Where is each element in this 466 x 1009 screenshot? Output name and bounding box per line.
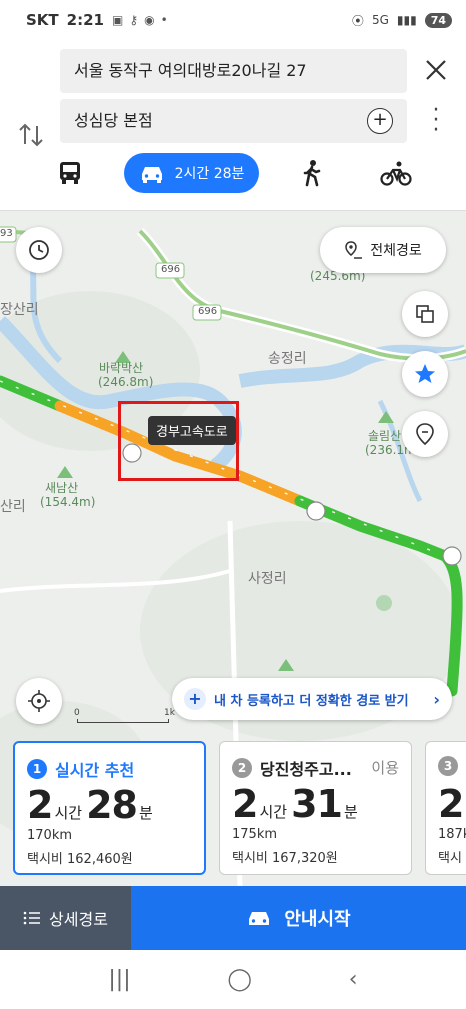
- route-title: 당진청주고...: [260, 760, 352, 779]
- bus-icon: [60, 162, 80, 184]
- start-navigation-button[interactable]: 안내시작: [131, 886, 466, 950]
- route-tag: 이용: [371, 759, 399, 777]
- route-distance: 175km: [232, 827, 278, 842]
- route-minutes: 28: [86, 783, 138, 827]
- dot-icon: •: [160, 13, 168, 27]
- route-card-1[interactable]: 1 실시간 추천 2 시간 28 분 170km 택시비 162,460원: [13, 741, 206, 875]
- layers-button[interactable]: [402, 291, 448, 337]
- image-icon: ▣: [111, 13, 124, 27]
- route-card-3[interactable]: 3 2 187k 택시: [425, 741, 466, 875]
- car-duration: 2시간 28분: [174, 166, 245, 182]
- village-label: 장산리: [0, 302, 39, 318]
- layers-icon: [416, 305, 434, 323]
- village-label: 산리: [0, 499, 26, 515]
- route-hours: 2: [438, 782, 464, 826]
- key-icon: ⚷: [129, 13, 139, 27]
- route-duration: 2: [438, 782, 464, 826]
- scale-start: 0: [74, 708, 80, 718]
- mountain-height: (246.8m): [98, 375, 154, 389]
- route-distance: 187k: [438, 827, 466, 842]
- home-icon[interactable]: ◯: [227, 967, 252, 992]
- route-title: 실시간 추천: [55, 761, 135, 780]
- route-fare: 택시: [438, 851, 462, 866]
- route-minutes-unit: 분: [343, 803, 358, 821]
- mountain-height: (154.4m): [40, 495, 96, 509]
- talk-icon: ◉: [144, 13, 155, 27]
- road-badge-696b: 696: [198, 306, 218, 317]
- system-nav-bar: ||| ◯ ‹: [0, 950, 466, 1009]
- recent-apps-icon[interactable]: |||: [108, 967, 130, 992]
- destination-field[interactable]: 성심당 본점 +: [60, 99, 407, 143]
- scale-end: 1k: [164, 708, 175, 718]
- swap-icon[interactable]: [16, 120, 46, 150]
- more-options-icon[interactable]: · · ·: [426, 100, 446, 142]
- favorite-button[interactable]: [402, 351, 448, 397]
- route-hours: 2: [232, 782, 258, 826]
- route-minutes-unit: 분: [138, 804, 153, 822]
- signal-icon: ▮▮▮: [396, 13, 417, 27]
- mode-car-button[interactable]: 2시간 28분: [124, 153, 259, 193]
- walk-icon: [303, 160, 321, 187]
- route-hours-unit: 시간: [259, 803, 288, 821]
- carrier-label: SKT: [26, 11, 59, 29]
- close-icon[interactable]: [420, 54, 452, 86]
- mountain-label: 바락박산: [99, 361, 144, 375]
- route-duration: 2 시간 31 분: [232, 782, 362, 826]
- chevron-right-icon: ›: [433, 689, 440, 709]
- mode-bike-button[interactable]: [380, 153, 412, 193]
- full-route-label: 전체경로: [370, 243, 422, 259]
- battery-icon: 74: [424, 12, 452, 28]
- route-fare: 택시비 162,460원: [27, 852, 133, 867]
- map-pin-icon: [416, 423, 434, 446]
- route-hours: 2: [27, 783, 53, 827]
- highlight-box: [118, 401, 239, 481]
- route-fare: 택시비 167,320원: [232, 851, 338, 866]
- village-label: 사정리: [248, 571, 287, 587]
- star-icon: [415, 364, 435, 383]
- mountain-label: 솔림산: [368, 429, 402, 443]
- status-bar: SKT 2:21 ▣ ⚷ ◉ • ⦿ 5G ▮▮▮ 74: [0, 0, 466, 40]
- scale-bar: [77, 719, 169, 723]
- route-hours-unit: 시간: [54, 804, 83, 822]
- location-pin-button[interactable]: [402, 411, 448, 457]
- register-car-text: 내 차 등록하고 더 정확한 경로 받기: [214, 693, 409, 709]
- detail-route-button[interactable]: 상세경로: [0, 886, 131, 950]
- route-distance: 170km: [27, 828, 73, 843]
- start-navigation-label: 안내시작: [284, 909, 351, 930]
- mode-bus-button[interactable]: [52, 153, 88, 193]
- back-icon[interactable]: ‹: [349, 967, 358, 992]
- full-route-button[interactable]: 전체경로: [320, 227, 446, 273]
- route-card-2[interactable]: 2 당진청주고... 이용 2 시간 31 분 175km 택시비 167,320원: [219, 741, 412, 875]
- notification-icons: ▣ ⚷ ◉ •: [112, 13, 168, 27]
- my-location-button[interactable]: [16, 678, 62, 724]
- village-label: 송정리: [268, 351, 307, 367]
- mode-walk-button[interactable]: [298, 153, 326, 193]
- add-waypoint-button[interactable]: +: [367, 108, 393, 134]
- road-badge-696a: 696: [161, 264, 181, 275]
- history-button[interactable]: [16, 227, 62, 273]
- plus-icon: +: [184, 688, 206, 710]
- origin-field[interactable]: 서울 동작구 여의대방로20나길 27: [60, 49, 407, 93]
- list-icon: [23, 911, 41, 925]
- route-pin-icon: [345, 241, 363, 259]
- car-icon: [249, 912, 270, 925]
- route-search-header: 서울 동작구 여의대방로20나길 27 성심당 본점 + · · · 2시간 28분: [0, 40, 466, 210]
- car-icon: [141, 167, 162, 183]
- mountain-label: 새남산: [45, 481, 79, 495]
- bicycle-icon: [380, 161, 412, 186]
- register-car-banner[interactable]: + 내 차 등록하고 더 정확한 경로 받기 ›: [172, 678, 452, 720]
- route-duration: 2 시간 28 분: [27, 783, 157, 827]
- detail-route-label: 상세경로: [49, 910, 108, 929]
- route-minutes: 31: [291, 782, 343, 826]
- clock: 2:21: [66, 11, 104, 29]
- crosshair-icon: [28, 690, 50, 712]
- network-label: 5G: [371, 13, 389, 27]
- road-badge-93: 93: [0, 228, 13, 239]
- location-icon: ⦿: [351, 13, 364, 28]
- route-index: 2: [232, 758, 252, 778]
- clock-icon: [29, 240, 49, 260]
- route-index: 1: [27, 759, 47, 779]
- route-index: 3: [438, 756, 458, 776]
- destination-text: 성심당 본점: [74, 111, 153, 130]
